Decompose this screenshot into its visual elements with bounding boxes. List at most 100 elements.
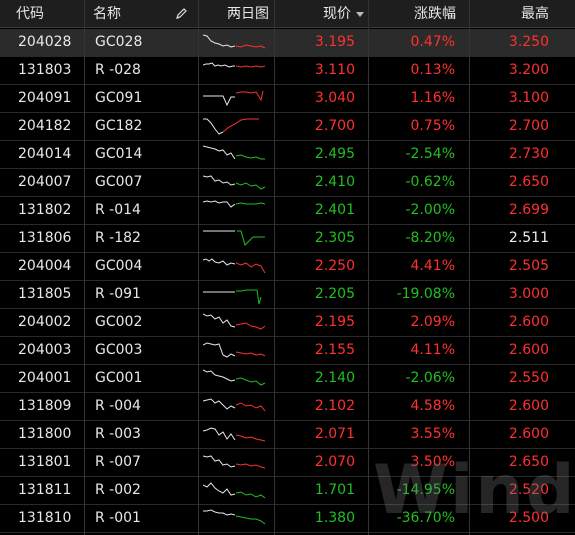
sparkline-prev-day (203, 95, 235, 107)
day-high: 2.550 (508, 370, 549, 386)
column-divider[interactable] (469, 0, 470, 535)
current-price: 2.410 (314, 174, 355, 190)
column-divider[interactable] (84, 0, 85, 535)
two-day-sparkline (203, 313, 266, 330)
table-row[interactable]: 204028 GC028 3.195 0.47% 3.250 (0, 29, 575, 57)
current-price: 2.305 (314, 230, 355, 246)
two-day-sparkline (203, 90, 264, 107)
security-name: GC028 (95, 34, 143, 50)
header-name[interactable]: 名称 (93, 0, 121, 28)
table-row[interactable]: 131806 R -182 2.305 -8.20% 2.511 (0, 225, 575, 253)
table-row[interactable]: 131803 R -028 3.110 0.13% 3.200 (0, 57, 575, 85)
security-name: R -007 (95, 454, 141, 470)
header-code[interactable]: 代码 (16, 0, 44, 28)
two-day-sparkline (203, 230, 265, 246)
sparkline-today (235, 377, 266, 386)
column-divider[interactable] (368, 0, 369, 535)
sparkline-prev-day (203, 427, 236, 441)
current-price: 2.205 (314, 286, 355, 302)
header-price[interactable]: 现价 (323, 0, 351, 28)
change-percent: -8.20% (405, 230, 455, 246)
security-code: 204182 (18, 118, 72, 134)
day-high: 2.505 (508, 258, 549, 274)
change-percent: -2.06% (405, 370, 455, 386)
table-row[interactable]: 131811 R -002 1.701 -14.95% 2.520 (0, 477, 575, 505)
header-two-day-chart[interactable]: 两日图 (227, 0, 269, 28)
security-code: 204003 (18, 342, 72, 358)
security-code: 131802 (18, 202, 72, 218)
table-row[interactable]: 204004 GC004 2.250 4.41% 2.505 (0, 253, 575, 281)
security-code: 131801 (18, 454, 72, 470)
two-day-sparkline (203, 258, 266, 274)
security-name: R -003 (95, 426, 141, 442)
sparkline-prev-day (203, 62, 235, 68)
change-percent: 3.55% (410, 426, 455, 442)
security-code: 131811 (18, 482, 72, 498)
security-code: 131800 (18, 426, 72, 442)
two-day-sparkline (203, 369, 266, 386)
table-row[interactable]: 131801 R -007 2.070 3.50% 2.650 (0, 449, 575, 477)
sparkline-prev-day (203, 398, 236, 410)
security-code: 204091 (18, 90, 72, 106)
change-percent: 1.16% (410, 90, 455, 106)
security-code: 204004 (18, 258, 72, 274)
current-price: 3.195 (314, 34, 355, 50)
table-row[interactable]: 204182 GC182 2.700 0.75% 2.700 (0, 113, 575, 141)
sparkline-prev-day (203, 313, 236, 328)
change-percent: -19.08% (396, 286, 455, 302)
two-day-sparkline (203, 398, 266, 412)
pencil-icon[interactable] (175, 7, 188, 20)
header-change-pct[interactable]: 涨跌幅 (414, 0, 456, 28)
change-percent: -2.54% (405, 146, 455, 162)
table-row[interactable]: 204002 GC002 2.195 2.09% 2.600 (0, 309, 575, 337)
two-day-sparkline (203, 289, 262, 305)
current-price: 3.040 (314, 90, 355, 106)
current-price: 2.495 (314, 146, 355, 162)
column-divider[interactable] (198, 0, 199, 535)
table-row[interactable]: 131802 R -014 2.401 -2.00% 2.699 (0, 197, 575, 225)
security-code: 131809 (18, 398, 72, 414)
change-percent: -14.95% (396, 482, 455, 498)
current-price: 2.155 (314, 342, 355, 358)
change-percent: 0.47% (410, 34, 455, 50)
sparkline-prev-day (203, 34, 236, 48)
security-name: R -028 (95, 62, 141, 78)
column-divider[interactable] (274, 0, 275, 535)
security-code: 131806 (18, 230, 72, 246)
two-day-sparkline (203, 427, 266, 442)
sort-desc-icon[interactable] (356, 12, 364, 17)
two-day-sparkline (203, 455, 266, 469)
table-row[interactable]: 131810 R -001 1.380 -36.70% 2.500 (0, 505, 575, 533)
two-day-sparkline (203, 200, 266, 208)
sparkline-today (237, 230, 265, 246)
security-name: GC182 (95, 118, 143, 134)
security-name: R -091 (95, 286, 141, 302)
sparkline-today (236, 289, 262, 305)
header-high[interactable]: 最高 (521, 0, 549, 28)
day-high: 2.600 (508, 314, 549, 330)
day-high: 2.600 (508, 398, 549, 414)
table-row[interactable]: 131805 R -091 2.205 -19.08% 3.000 (0, 281, 575, 309)
two-day-sparkline (203, 62, 266, 68)
security-code: 204014 (18, 146, 72, 162)
sparkline-today (235, 90, 264, 102)
two-day-sparkline (203, 118, 259, 135)
sparkline-today (235, 65, 266, 68)
security-name: GC091 (95, 90, 143, 106)
current-price: 2.250 (314, 258, 355, 274)
table-row[interactable]: 204003 GC003 2.155 4.11% 2.600 (0, 337, 575, 365)
table-row[interactable]: 131809 R -004 2.102 4.58% 2.600 (0, 393, 575, 421)
change-percent: 4.58% (410, 398, 455, 414)
table-row[interactable]: 204014 GC014 2.495 -2.54% 2.730 (0, 141, 575, 169)
table-row[interactable]: 204001 GC001 2.140 -2.06% 2.550 (0, 365, 575, 393)
table-row[interactable]: 204007 GC007 2.410 -0.62% 2.650 (0, 169, 575, 197)
sparkline-prev-day (203, 145, 236, 160)
table-row[interactable]: 131800 R -003 2.071 3.55% 2.600 (0, 421, 575, 449)
table-row[interactable]: 204091 GC091 3.040 1.16% 3.100 (0, 85, 575, 113)
current-price: 2.070 (314, 454, 355, 470)
change-percent: 0.75% (410, 118, 455, 134)
sparkline-prev-day (203, 118, 224, 135)
change-percent: 3.50% (410, 454, 455, 470)
two-day-sparkline (203, 509, 266, 525)
sparkline-today (222, 118, 259, 133)
